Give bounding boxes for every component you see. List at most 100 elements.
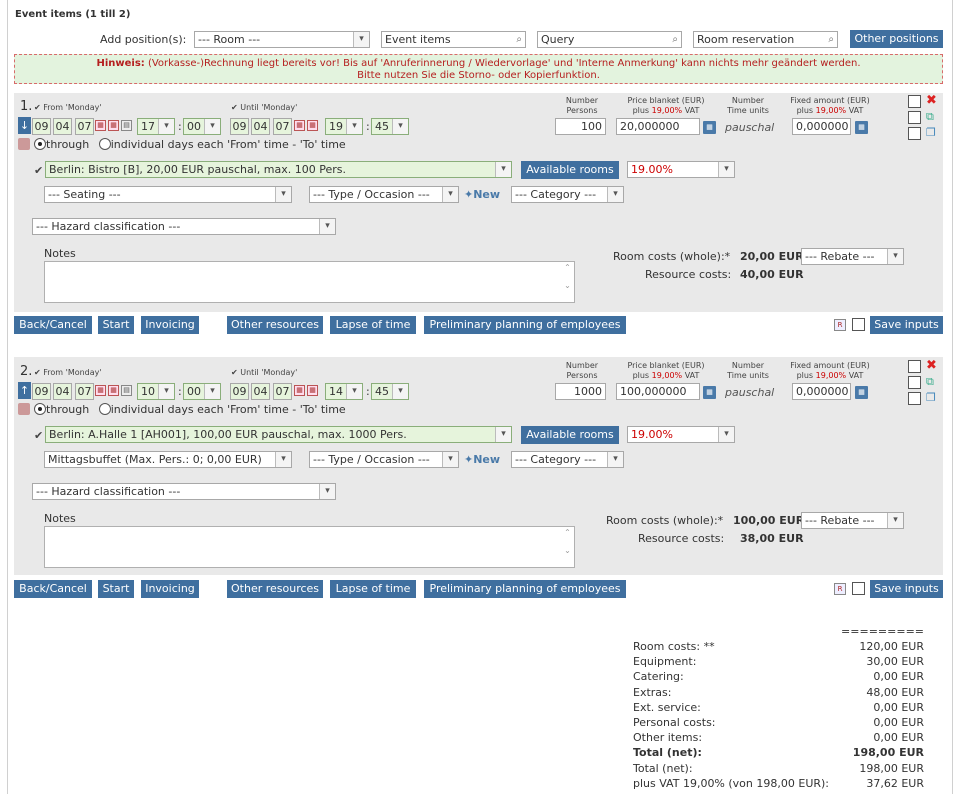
back-cancel-button[interactable]: Back/Cancel (14, 316, 92, 334)
category-select[interactable]: --- Category --- ▾ (511, 451, 624, 468)
fixed-amount-input[interactable]: 0,000000 (792, 383, 851, 400)
from-year[interactable]: 07 (75, 383, 94, 400)
copy-checkbox[interactable] (908, 376, 921, 389)
until-year[interactable]: 07 (273, 118, 292, 135)
save-checkbox[interactable] (852, 318, 865, 331)
event-items-search[interactable]: Event items ⌕ (381, 31, 526, 48)
other-positions-button[interactable]: Other positions (850, 30, 943, 48)
calculator-icon[interactable]: ▦ (855, 386, 868, 399)
seating-select[interactable]: Mittagsbuffet (Max. Pers.: 0; 0,00 EUR) ▾ (44, 451, 292, 468)
persons-input[interactable]: 100 (555, 118, 606, 135)
rebate-select[interactable]: --- Rebate --- ▾ (801, 512, 904, 529)
individual-radio[interactable] (98, 138, 111, 150)
duplicate-checkbox[interactable] (908, 392, 921, 405)
report-icon[interactable]: R (834, 583, 846, 595)
until-year[interactable]: 07 (273, 383, 292, 400)
notes-textarea[interactable]: ⌃ ⌄ (44, 526, 575, 568)
from-min-select[interactable]: 00 ▾ (183, 118, 221, 135)
calendar-icon[interactable]: ▦ (307, 120, 318, 131)
calendar-icon[interactable]: ▦ (95, 120, 106, 131)
scrollbar[interactable]: ⌃ ⌄ (562, 263, 573, 301)
calculator-icon[interactable]: ▦ (855, 121, 868, 134)
type-occasion-select[interactable]: --- Type / Occasion --- ▾ (309, 451, 459, 468)
vat-select[interactable]: 19.00% ▾ (627, 426, 735, 443)
from-min-select[interactable]: 00 ▾ (183, 383, 221, 400)
calendar-icon[interactable]: ▦ (95, 385, 106, 396)
delete-icon[interactable]: ✖ (926, 358, 937, 373)
until-hour-select[interactable]: 19 ▾ (325, 118, 363, 135)
from-year[interactable]: 07 (75, 118, 94, 135)
select-checkbox[interactable] (908, 95, 921, 108)
until-min-select[interactable]: 45 ▾ (371, 118, 409, 135)
room-select-item[interactable]: Berlin: A.Halle 1 [AH001], 100,00 EUR pa… (45, 426, 512, 443)
price-input[interactable]: 100,000000 (616, 383, 700, 400)
rebate-select[interactable]: --- Rebate --- ▾ (801, 248, 904, 265)
lapse-of-time-button[interactable]: Lapse of time (330, 316, 416, 334)
query-search[interactable]: Query ⌕ (537, 31, 682, 48)
save-checkbox[interactable] (852, 582, 865, 595)
seating-select[interactable]: --- Seating --- ▾ (44, 186, 292, 203)
calendar-copy-icon[interactable]: ▤ (121, 385, 132, 396)
until-min-select[interactable]: 45 ▾ (371, 383, 409, 400)
available-rooms-button[interactable]: Available rooms (521, 161, 619, 179)
hazard-select[interactable]: --- Hazard classification --- ▾ (32, 483, 336, 500)
calculator-icon[interactable]: ▦ (703, 386, 716, 399)
from-hour-select[interactable]: 17 ▾ (137, 118, 175, 135)
calendar-icon[interactable]: ▦ (108, 120, 119, 131)
calendar-icon[interactable]: ▦ (294, 120, 305, 131)
other-resources-button[interactable]: Other resources (227, 580, 323, 598)
through-radio[interactable] (34, 403, 46, 415)
room-select[interactable]: --- Room --- ▾ (194, 31, 370, 48)
new-link[interactable]: ✦New (464, 453, 500, 466)
calculator-icon[interactable]: ▦ (703, 121, 716, 134)
delete-icon[interactable]: ✖ (926, 93, 937, 108)
calendar-copy-icon[interactable]: ▤ (121, 120, 132, 131)
scrollbar[interactable]: ⌃ ⌄ (562, 528, 573, 566)
vat-select[interactable]: 19.00% ▾ (627, 161, 735, 178)
lapse-of-time-button[interactable]: Lapse of time (330, 580, 416, 598)
select-checkbox[interactable] (908, 360, 921, 373)
back-cancel-button[interactable]: Back/Cancel (14, 580, 92, 598)
type-occasion-select[interactable]: --- Type / Occasion --- ▾ (309, 186, 459, 203)
available-rooms-button[interactable]: Available rooms (521, 426, 619, 444)
duplicate-icon[interactable]: ❐ (926, 126, 936, 139)
duplicate-icon[interactable]: ❐ (926, 391, 936, 404)
report-icon[interactable]: R (834, 319, 846, 331)
other-resources-button[interactable]: Other resources (227, 316, 323, 334)
hazard-select[interactable]: --- Hazard classification --- ▾ (32, 218, 336, 235)
invoicing-button[interactable]: Invoicing (141, 580, 199, 598)
start-button[interactable]: Start (98, 580, 134, 598)
start-button[interactable]: Start (98, 316, 134, 334)
price-input[interactable]: 20,000000 (616, 118, 700, 135)
room-select-item[interactable]: Berlin: Bistro [B], 20,00 EUR pauschal, … (45, 161, 512, 178)
notes-textarea[interactable]: ⌃ ⌄ (44, 261, 575, 303)
move-up-icon[interactable]: ↑ (18, 382, 31, 399)
new-link[interactable]: ✦New (464, 188, 500, 201)
from-hour-select[interactable]: 10 ▾ (137, 383, 175, 400)
save-inputs-button[interactable]: Save inputs (870, 316, 943, 334)
until-day[interactable]: 09 (230, 383, 249, 400)
preliminary-planning-button[interactable]: Preliminary planning of employees (424, 580, 626, 598)
copy-icon[interactable]: ⧉ (926, 375, 934, 389)
category-select[interactable]: --- Category --- ▾ (511, 186, 624, 203)
calendar-icon[interactable]: ▦ (294, 385, 305, 396)
move-down-icon[interactable]: ↓ (18, 117, 31, 134)
room-reservation-search[interactable]: Room reservation ⌕ (693, 31, 838, 48)
until-month[interactable]: 04 (251, 118, 270, 135)
from-month[interactable]: 04 (53, 118, 72, 135)
invoicing-button[interactable]: Invoicing (141, 316, 199, 334)
calendar-icon[interactable]: ▦ (307, 385, 318, 396)
until-month[interactable]: 04 (251, 383, 270, 400)
from-day[interactable]: 09 (32, 383, 51, 400)
copy-checkbox[interactable] (908, 111, 921, 124)
from-month[interactable]: 04 (53, 383, 72, 400)
calendar-icon[interactable]: ▦ (108, 385, 119, 396)
until-day[interactable]: 09 (230, 118, 249, 135)
through-radio[interactable] (34, 138, 46, 150)
preliminary-planning-button[interactable]: Preliminary planning of employees (424, 316, 626, 334)
until-hour-select[interactable]: 14 ▾ (325, 383, 363, 400)
copy-icon[interactable]: ⧉ (926, 110, 934, 124)
persons-input[interactable]: 1000 (555, 383, 606, 400)
from-day[interactable]: 09 (32, 118, 51, 135)
individual-radio[interactable] (98, 403, 111, 415)
